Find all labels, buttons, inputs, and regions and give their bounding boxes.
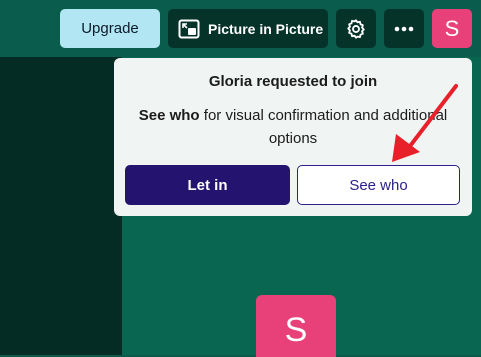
popup-title: Gloria requested to join — [208, 73, 378, 90]
join-request-popup: Gloria requested to join See who for vis… — [114, 58, 472, 216]
picture-in-picture-button[interactable]: Picture in Picture — [168, 9, 328, 48]
popup-description-rest: for visual confirmation and additional o… — [199, 107, 448, 147]
participant-avatar: S — [256, 295, 336, 357]
settings-button[interactable] — [336, 9, 376, 48]
popup-description-bold: See who — [138, 107, 200, 124]
popup-description: See who for visual confirmation and addi… — [134, 104, 452, 150]
picture-in-picture-label: Picture in Picture — [208, 20, 324, 37]
gear-icon — [345, 18, 367, 40]
picture-in-picture-icon — [178, 19, 200, 39]
more-options-button[interactable] — [384, 9, 424, 48]
left-panel — [0, 57, 122, 355]
user-avatar[interactable]: S — [432, 9, 472, 48]
upgrade-button[interactable]: Upgrade — [60, 9, 160, 48]
see-who-button[interactable]: See who — [297, 165, 460, 205]
more-dots-icon — [394, 26, 414, 32]
let-in-button[interactable]: Let in — [125, 165, 290, 205]
